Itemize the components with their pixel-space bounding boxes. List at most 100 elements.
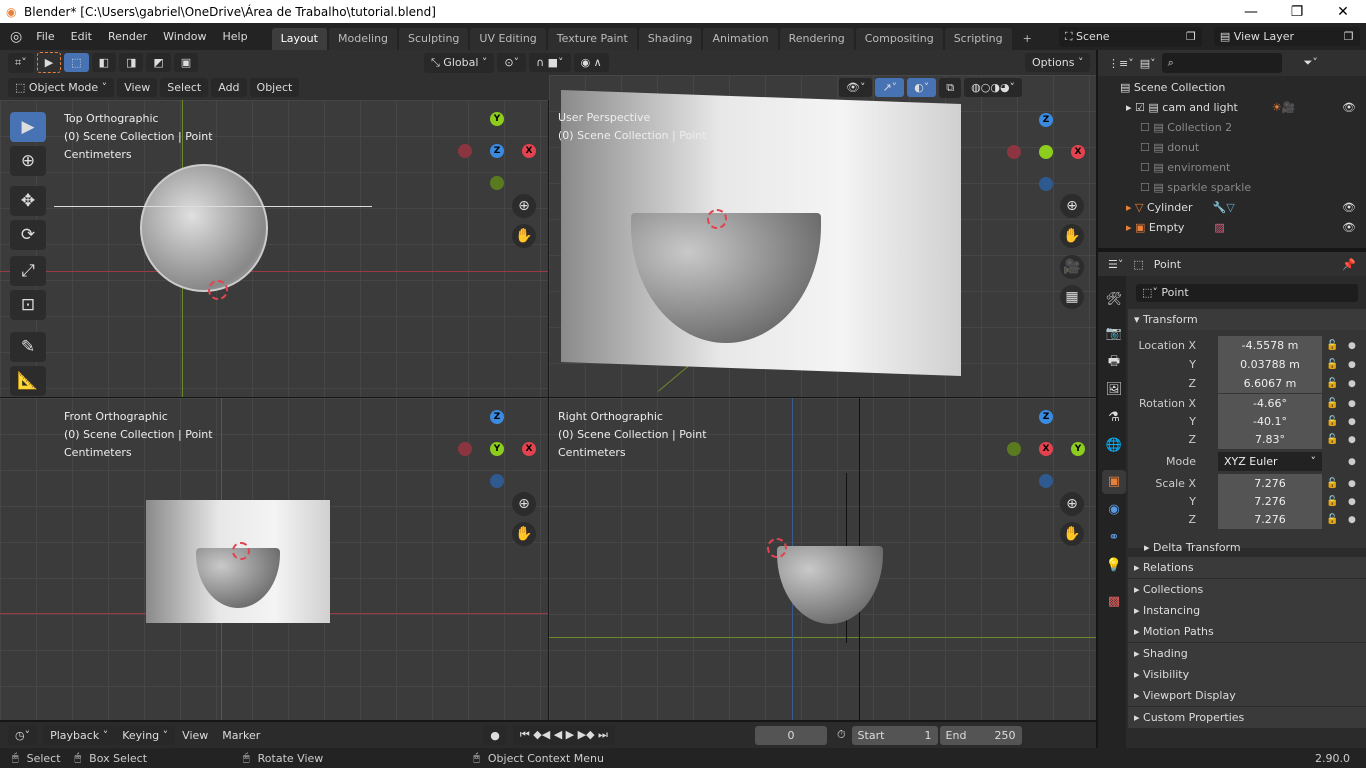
select-extend-icon[interactable]: ◧ [91,53,116,72]
outliner-search-input[interactable]: ⌕ [1161,53,1282,73]
keyframe-dot-icon[interactable]: ● [1348,417,1356,427]
pin-icon[interactable]: 📌 [1342,258,1356,271]
lock-icon[interactable]: 🔓 [1326,496,1338,507]
section-motion-paths[interactable]: ▸ Motion Paths [1128,621,1366,642]
keyframe-dot-icon[interactable]: ● [1348,399,1356,409]
gizmo-neg-x[interactable] [1007,145,1021,159]
object-name-field[interactable]: ⬚˅ Point [1136,284,1358,302]
rotate-tool-icon[interactable]: ⟳ [10,220,46,250]
gizmo-x[interactable]: X [1039,442,1053,456]
menu-window[interactable]: Window [155,30,214,43]
select-invert-icon[interactable]: ◩ [146,53,171,72]
tab-layout[interactable]: Layout [271,28,327,50]
mode-dropdown[interactable]: ⬚ Object Mode ˅ [8,78,115,97]
zoom-icon[interactable]: ⊕ [512,194,536,218]
outliner-item[interactable]: ☐ ▤ donut [1098,137,1366,157]
pan-hand-icon[interactable]: ✋ [512,224,536,248]
section-instancing[interactable]: ▸ Instancing [1128,600,1366,621]
select-new-icon[interactable]: ⬚ [64,53,89,72]
rotation-y-field[interactable]: -40.1° [1218,412,1322,431]
lock-icon[interactable]: 🔓 [1326,478,1338,489]
gizmo-y[interactable]: Y [1071,442,1085,456]
section-shading[interactable]: ▸ Shading [1128,643,1366,664]
gizmo-neg-z[interactable] [1039,474,1053,488]
tab-uv-editing[interactable]: UV Editing [470,28,546,50]
tab-animation[interactable]: Animation [703,28,778,50]
gizmo-y[interactable]: Y [490,112,504,126]
gizmo-x[interactable]: X [1071,145,1085,159]
zoom-icon[interactable]: ⊕ [1060,492,1084,516]
select-intersect-icon[interactable]: ▣ [173,53,199,72]
lock-icon[interactable]: 🔓 [1326,398,1338,409]
lock-icon[interactable]: 🔓 [1326,340,1338,351]
navigation-gizmo[interactable]: Y X Z [458,110,538,200]
eye-icon[interactable]: 👁 [1342,101,1356,114]
menu-object[interactable]: Object [249,78,300,97]
gizmo-x[interactable]: X [522,144,536,158]
keyframe-dot-icon[interactable]: ● [1348,360,1356,370]
lock-icon[interactable]: 🔓 [1326,434,1338,445]
navigation-gizmo[interactable]: Z Y X [1007,408,1087,498]
gizmo-neg-y[interactable] [490,176,504,190]
cursor-tool-icon[interactable]: ⊕ [10,146,46,176]
keyframe-dot-icon[interactable]: ● [1348,497,1356,507]
gizmo-neg-y[interactable] [1007,442,1021,456]
gizmo-z[interactable]: Z [1039,113,1053,127]
menu-marker[interactable]: Marker [215,726,267,745]
perspective-grid-icon[interactable]: ▦ [1060,285,1084,309]
editor-type-button[interactable]: ◷˅ [8,725,38,745]
menu-add[interactable]: Add [211,78,247,97]
options-dropdown[interactable]: Options ˅ [1025,53,1091,72]
xray-toggle[interactable]: ⧉ [939,77,962,98]
keyframe-dot-icon[interactable]: ● [1348,457,1356,467]
playback-controls[interactable]: ⏮ ◆◀ ◀ ▶ ▶◆ ⏭ [512,725,615,745]
menu-view[interactable]: View [117,78,158,97]
section-visibility[interactable]: ▸ Visibility [1128,664,1366,685]
viewport-top-orthographic[interactable]: Top Orthographic (0) Scene Collection | P… [0,100,548,397]
preview-range-icon[interactable]: ⏱ [837,728,846,742]
select-tool-icon[interactable]: ▶ [36,52,62,73]
pivot-dropdown[interactable]: ⊙˅ [497,53,527,72]
section-viewport-display[interactable]: ▸ Viewport Display [1128,685,1366,706]
lock-icon[interactable]: 🔓 [1326,359,1338,370]
menu-view[interactable]: View [175,726,215,745]
location-y-field[interactable]: 0.03788 m [1218,355,1322,374]
move-tool-icon[interactable]: ✥ [10,186,46,216]
gizmo-toggle[interactable]: ↗˅ [875,78,905,97]
current-frame-field[interactable]: 0 [754,725,827,745]
visibility-dropdown[interactable]: 👁˅ [839,78,873,97]
delta-transform-subpanel[interactable]: ▸ Delta Transform [1144,541,1241,554]
viewport-user-perspective[interactable]: User Perspective (0) Scene Collection | P… [549,75,1096,397]
transform-tool-icon[interactable]: ⊡ [10,290,46,320]
camera-view-icon[interactable]: 🎥 [1060,255,1084,279]
gizmo-x[interactable]: X [522,442,536,456]
gizmo-neg-x[interactable] [458,144,472,158]
tab-texture-paint[interactable]: Texture Paint [547,28,637,50]
tab-modeling[interactable]: Modeling [328,28,398,50]
menu-render[interactable]: Render [100,30,155,43]
pan-hand-icon[interactable]: ✋ [1060,224,1084,248]
add-workspace-button[interactable]: + [1014,28,1041,50]
lock-icon[interactable]: 🔓 [1326,416,1338,427]
blender-menu-icon[interactable]: ◎ [0,29,28,45]
record-button[interactable]: ● [483,725,507,745]
viewport-front-orthographic[interactable]: Front Orthographic (0) Scene Collection |… [0,398,548,720]
pan-hand-icon[interactable]: ✋ [512,522,536,546]
keyframe-dot-icon[interactable]: ● [1348,515,1356,525]
start-frame-field[interactable]: Start 1 [851,725,938,745]
texture-tab-icon[interactable]: ▩ [1102,590,1126,614]
gizmo-neg-z[interactable] [1039,177,1053,191]
scale-tool-icon[interactable]: ⤢ [10,256,46,286]
keying-menu[interactable]: Keying ˅ [115,725,176,745]
end-frame-field[interactable]: End 250 [939,725,1022,745]
measure-tool-icon[interactable]: 📐 [10,366,46,396]
annotate-tool-icon[interactable]: ✎ [10,332,46,362]
gizmo-neg-z[interactable] [490,474,504,488]
gizmo-z[interactable]: Z [490,144,504,158]
keyframe-dot-icon[interactable]: ● [1348,379,1356,389]
filter-icon[interactable]: ⏷˅ [1304,56,1318,70]
constraints-tab-icon[interactable]: ⚭ [1102,526,1126,550]
menu-help[interactable]: Help [215,30,256,43]
outliner-item[interactable]: ▸ ▽ Cylinder 🔧▽ 👁 [1098,197,1366,217]
outliner-item[interactable]: ☐ ▤ sparkle sparkle [1098,177,1366,197]
